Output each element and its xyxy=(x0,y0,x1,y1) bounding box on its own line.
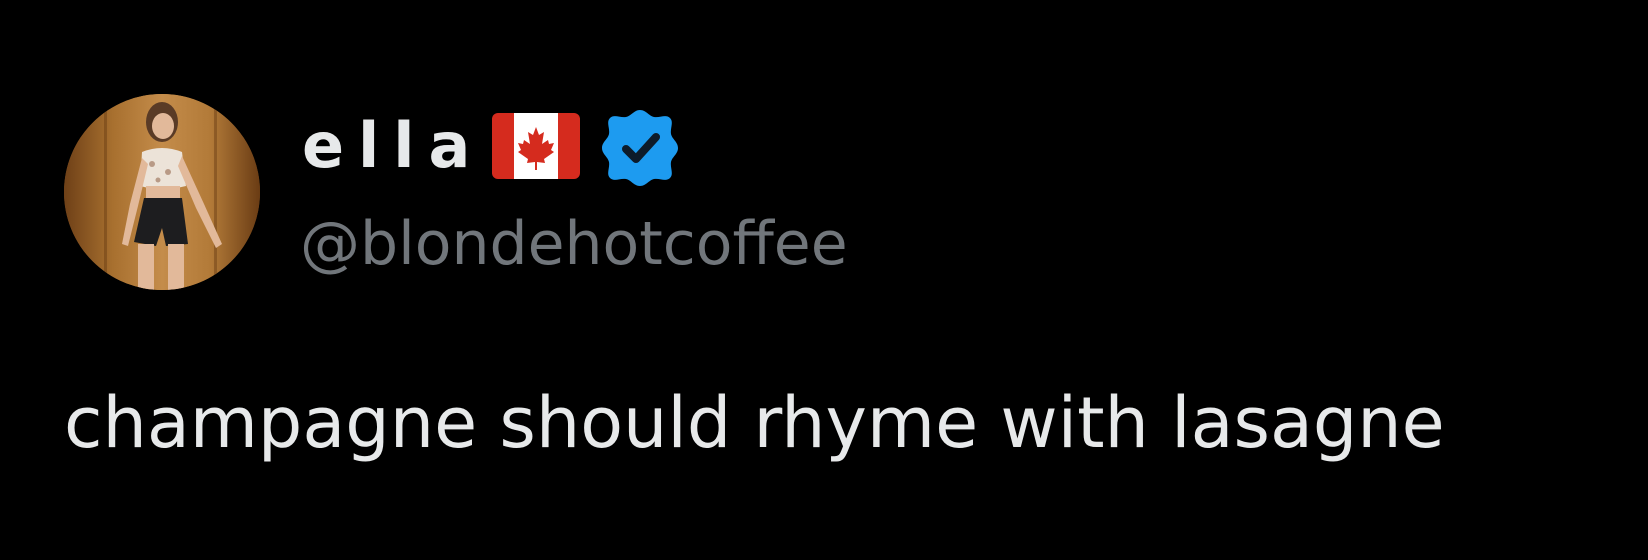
avatar-photo xyxy=(64,94,260,290)
verified-badge-icon[interactable] xyxy=(600,106,680,186)
author-name-row[interactable]: ella xyxy=(302,106,680,186)
display-name[interactable]: ella xyxy=(302,108,484,184)
author-handle[interactable]: @blondehotcoffee xyxy=(300,206,848,282)
tweet-text: champagne should rhyme with lasagne xyxy=(64,382,1445,464)
canada-flag-icon xyxy=(492,113,581,179)
avatar[interactable] xyxy=(64,94,260,290)
tweet-card: ella @blondehotcoffee champagne should r… xyxy=(0,0,1648,560)
